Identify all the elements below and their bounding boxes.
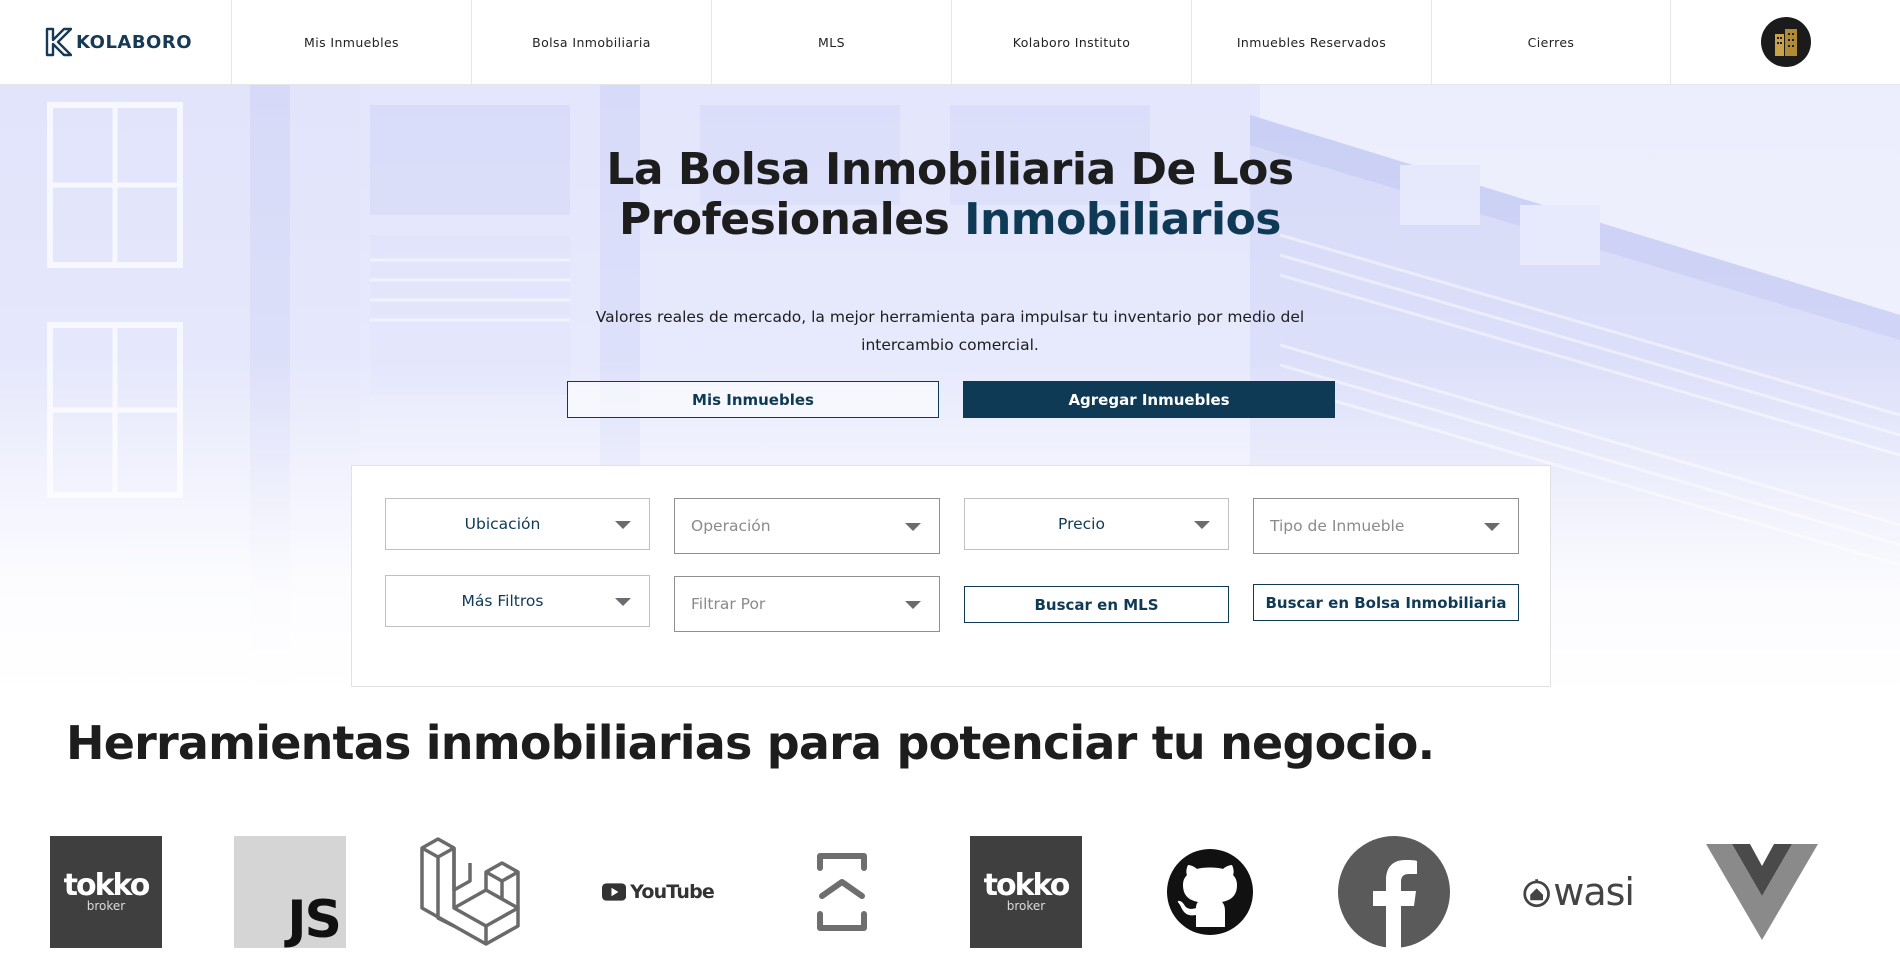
tokko-word: tokko bbox=[983, 868, 1071, 903]
bracket-scan-logo bbox=[786, 836, 898, 948]
mis-inmuebles-button[interactable]: Mis Inmuebles bbox=[567, 381, 939, 418]
user-avatar[interactable] bbox=[1760, 17, 1811, 67]
chevron-down-icon bbox=[615, 598, 631, 606]
mas-filtros-select[interactable]: Más Filtros bbox=[385, 575, 650, 627]
nav-item-inmuebles-reservados[interactable]: Inmuebles Reservados bbox=[1191, 0, 1431, 84]
nav-item-kolaboro-instituto[interactable]: Kolaboro Instituto bbox=[951, 0, 1191, 84]
tokko-sub: broker bbox=[1006, 899, 1046, 913]
github-icon bbox=[1167, 849, 1253, 935]
nav-item-mis-inmuebles[interactable]: Mis Inmuebles bbox=[231, 0, 471, 84]
hero-title-accent: Inmobiliarios bbox=[964, 194, 1281, 245]
operacion-select[interactable]: Operación bbox=[674, 498, 940, 554]
facebook-icon bbox=[1338, 836, 1450, 948]
ubicacion-label: Ubicación bbox=[464, 515, 541, 533]
chevron-down-icon bbox=[905, 601, 921, 609]
wasi-logo: wasi bbox=[1522, 836, 1635, 948]
youtube-logo: YouTube bbox=[602, 836, 715, 948]
avatar-container bbox=[1671, 0, 1900, 84]
wasi-house-icon bbox=[1523, 879, 1550, 908]
buscar-bolsa-button[interactable]: Buscar en Bolsa Inmobiliaria bbox=[1253, 584, 1519, 621]
facebook-logo bbox=[1338, 836, 1450, 948]
tokko-sub: broker bbox=[86, 899, 126, 913]
bracket-scan-icon bbox=[817, 853, 867, 931]
hero-title: La Bolsa Inmobiliaria De Los Profesional… bbox=[550, 145, 1350, 245]
mas-filtros-label: Más Filtros bbox=[461, 592, 544, 610]
ubicacion-select[interactable]: Ubicación bbox=[385, 498, 650, 550]
github-logo bbox=[1154, 836, 1266, 948]
javascript-logo: JS bbox=[234, 836, 346, 948]
nav-item-mls[interactable]: MLS bbox=[711, 0, 951, 84]
chevron-down-icon bbox=[905, 523, 921, 531]
laravel-logo bbox=[418, 836, 530, 948]
js-text: JS bbox=[287, 890, 342, 950]
nav-menu: Mis Inmuebles Bolsa Inmobiliaria MLS Kol… bbox=[231, 0, 1671, 84]
tokko-broker-logo: tokko broker bbox=[50, 836, 162, 948]
tools-section-title: Herramientas inmobiliarias para potencia… bbox=[66, 716, 1435, 770]
precio-label: Precio bbox=[1058, 515, 1105, 533]
tokko-broker-logo: tokko broker bbox=[970, 836, 1082, 948]
top-navbar: KOLABORO Mis Inmuebles Bolsa Inmobiliari… bbox=[0, 0, 1900, 85]
chevron-down-icon bbox=[615, 521, 631, 529]
operacion-placeholder: Operación bbox=[691, 517, 771, 535]
filtrar-por-select[interactable]: Filtrar Por bbox=[674, 576, 940, 632]
chevron-down-icon bbox=[1194, 521, 1210, 529]
tipo-inmueble-placeholder: Tipo de Inmueble bbox=[1270, 517, 1405, 535]
precio-select[interactable]: Precio bbox=[964, 498, 1229, 550]
youtube-word: YouTube bbox=[630, 881, 715, 903]
vue-icon bbox=[1706, 844, 1818, 940]
chevron-down-icon bbox=[1484, 523, 1500, 531]
nav-item-bolsa-inmobiliaria[interactable]: Bolsa Inmobiliaria bbox=[471, 0, 711, 84]
filtrar-por-placeholder: Filtrar Por bbox=[691, 595, 766, 613]
vue-logo bbox=[1706, 836, 1818, 948]
buscar-mls-button[interactable]: Buscar en MLS bbox=[964, 586, 1229, 623]
brand-name: KOLABORO bbox=[76, 31, 193, 53]
agregar-inmuebles-button[interactable]: Agregar Inmuebles bbox=[963, 381, 1335, 418]
nav-item-cierres[interactable]: Cierres bbox=[1431, 0, 1671, 84]
hero-subtitle: Valores reales de mercado, la mejor herr… bbox=[595, 308, 1305, 354]
youtube-play-icon bbox=[602, 883, 627, 901]
search-filters-card: Ubicación Operación Precio Tipo de Inmue… bbox=[351, 465, 1551, 687]
kolaboro-k-icon bbox=[45, 27, 72, 57]
laravel-icon bbox=[420, 837, 520, 946]
tipo-inmueble-select[interactable]: Tipo de Inmueble bbox=[1253, 498, 1519, 554]
kolaboro-logo[interactable]: KOLABORO bbox=[0, 0, 231, 84]
wasi-word: wasi bbox=[1553, 870, 1635, 914]
tokko-word: tokko bbox=[63, 868, 151, 903]
building-icon bbox=[1774, 29, 1797, 56]
